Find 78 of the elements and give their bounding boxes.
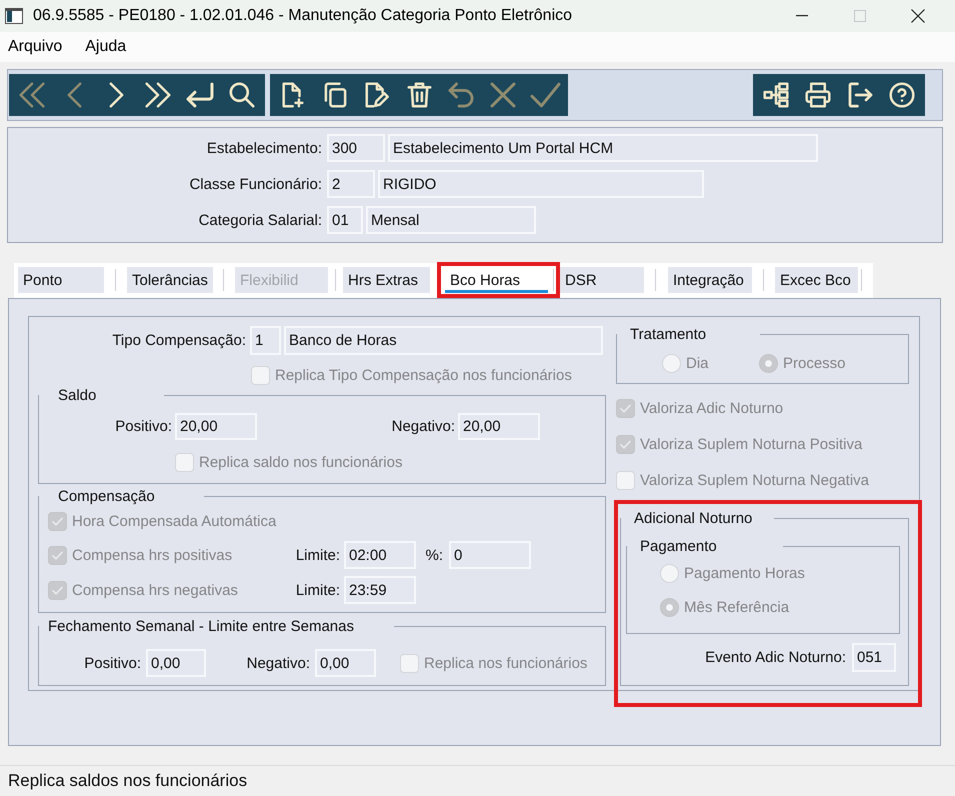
text-field[interactable]: 0,00 <box>315 649 376 677</box>
checkbox-label: Valoriza Suplem Noturna Positiva <box>640 436 862 453</box>
trash-icon <box>406 82 432 108</box>
field-label: Classe Funcionário: <box>189 176 322 192</box>
tab[interactable]: Excec Bco <box>775 267 858 293</box>
radio-label: Processo <box>783 355 846 372</box>
window-title: 06.9.5585 - PE0180 - 1.02.01.046 - Manutenção Categoria Ponto Eletrônico <box>33 7 572 25</box>
text-field[interactable]: 20,00 <box>175 413 257 440</box>
printer-icon <box>805 82 831 108</box>
maximize-icon <box>854 10 866 22</box>
checkbox-label: Compensa hrs negativas <box>72 582 238 598</box>
text-field[interactable]: 0 <box>449 541 531 569</box>
checkbox-label: Compensa hrs positivas <box>72 546 232 564</box>
tab[interactable]: DSR <box>560 267 644 293</box>
menu-item[interactable]: Arquivo <box>4 36 66 58</box>
field-label: Negativo: <box>392 418 455 435</box>
group-title: Tratamento <box>630 326 706 343</box>
description-field[interactable]: RIGIDO <box>378 170 704 198</box>
checkbox-label: Replica Tipo Compensação nos funcionários <box>275 367 572 384</box>
help-icon <box>889 82 915 108</box>
code-field[interactable]: 2 <box>327 170 375 198</box>
chevron-left-icon <box>66 82 82 108</box>
text-field[interactable]: 20,00 <box>458 413 540 440</box>
chevron-right-icon <box>108 82 124 108</box>
tab[interactable]: Ponto <box>18 267 104 293</box>
double-chevron-right-icon <box>145 82 171 108</box>
radio-label: Dia <box>686 355 709 372</box>
minimize-icon <box>796 15 808 17</box>
tab[interactable]: Tolerâncias <box>127 267 213 293</box>
field-label: Estabelecimento: <box>206 140 322 156</box>
code-field[interactable]: 300 <box>327 134 385 162</box>
cancel-icon <box>490 82 516 108</box>
radio-label: Pagamento Horas <box>684 565 805 582</box>
exit-icon <box>848 82 872 108</box>
close-icon <box>911 9 925 23</box>
field-label: Categoria Salarial: <box>198 212 322 228</box>
radio-label: Mês Referência <box>684 599 790 616</box>
field-label: Negativo: <box>246 654 310 672</box>
group-title: Adicional Noturno <box>634 510 752 527</box>
group-title: Pagamento <box>640 538 717 555</box>
field-label: Limite: <box>296 546 340 564</box>
description-field[interactable]: Banco de Horas <box>284 326 603 355</box>
menu-item[interactable]: Ajuda <box>81 36 130 58</box>
app-icon <box>5 8 23 24</box>
checkbox-label: Valoriza Suplem Noturna Negativa <box>640 472 870 489</box>
tab[interactable]: Integração <box>668 267 752 293</box>
text-field[interactable]: 051 <box>852 643 896 672</box>
double-chevron-left-icon <box>19 82 45 108</box>
status-text: Replica saldos nos funcionários <box>8 771 248 791</box>
checkbox-label: Replica saldo nos funcionários <box>199 454 402 471</box>
field-label: Positivo: <box>115 418 172 435</box>
return-arrow-icon <box>186 82 214 108</box>
field-label: Tipo Compensação: <box>112 332 246 349</box>
field-label: Positivo: <box>84 654 141 672</box>
checkbox-label: Hora Compensada Automática <box>72 513 276 530</box>
description-field[interactable]: Estabelecimento Um Portal HCM <box>388 134 818 162</box>
copy-icon <box>324 82 346 108</box>
code-field[interactable]: 1 <box>250 326 281 355</box>
group-title: Saldo <box>58 387 96 404</box>
hierarchy-icon <box>763 82 789 108</box>
description-field[interactable]: Mensal <box>366 206 536 234</box>
new-document-icon <box>282 82 304 108</box>
text-field[interactable]: 23:59 <box>344 576 416 604</box>
code-field[interactable]: 01 <box>327 206 363 234</box>
group-title: Fechamento Semanal - Limite entre Semanas <box>48 618 354 635</box>
text-field[interactable]: 02:00 <box>344 541 416 569</box>
check-icon <box>530 82 560 108</box>
field-label: %: <box>425 546 443 564</box>
text-field[interactable]: 0,00 <box>146 649 206 677</box>
checkbox-label: Replica nos funcionários <box>424 654 588 672</box>
tab[interactable]: Hrs Extras <box>343 267 430 293</box>
search-icon <box>229 82 255 108</box>
edit-document-icon <box>364 82 390 108</box>
group-title: Compensação <box>58 488 155 505</box>
field-label: Limite: <box>296 582 340 598</box>
field-label: Evento Adic Noturno: <box>705 649 846 666</box>
checkbox-label: Valoriza Adic Noturno <box>640 400 784 417</box>
undo-icon <box>448 82 474 108</box>
